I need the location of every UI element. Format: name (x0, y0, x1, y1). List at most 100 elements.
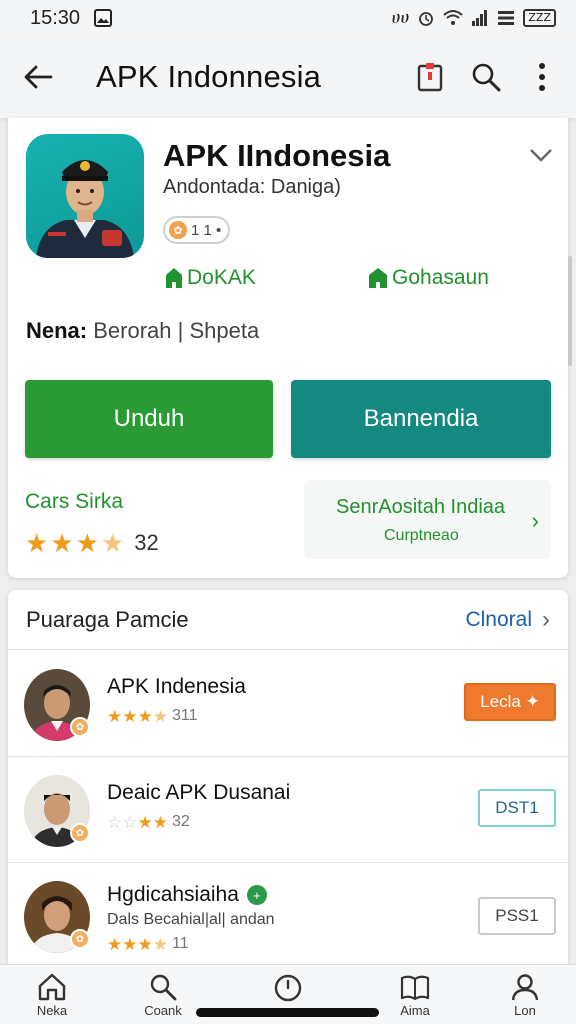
home-indicator[interactable] (196, 1008, 379, 1017)
verified-check-icon: + (246, 885, 267, 906)
item-name: Deaic APK Dusanai (107, 781, 291, 804)
star-icon: ★ (122, 934, 138, 954)
list-title: Puaraga Pamcie (26, 606, 189, 632)
chevron-down-icon (530, 149, 552, 162)
nav-profile[interactable]: Lon (480, 973, 570, 1018)
book-icon (400, 975, 430, 1001)
clipboard-icon (417, 63, 443, 92)
list-item[interactable]: ✿ APK Indenesia ★ ★ ★ ★ 311 Lecla ✦ (8, 651, 568, 757)
category-tag-right[interactable]: Gohasaun (368, 266, 489, 290)
nav-label: Coank (144, 1003, 182, 1018)
promo-subtitle: Curptneao (384, 527, 459, 544)
signal-icon (471, 9, 489, 27)
star-outline-icon: ☆ (122, 812, 138, 832)
nav-label: Lon (514, 1003, 536, 1018)
item-subtitle: Dals Becahial|al| andan (107, 911, 275, 928)
star-half-icon: ★ (100, 528, 125, 558)
star-icon: ★ (25, 528, 49, 558)
house-tag-icon (369, 268, 387, 288)
status-bar: 15:30 ሀሀ ZZZ (0, 0, 576, 36)
app-rating-stars: ★ ★ ★ ★ 32 (25, 530, 159, 556)
nav-library[interactable]: Aima (370, 973, 460, 1018)
item-name-row: Hgdicahsiaiha + (107, 883, 267, 907)
clock-icon (274, 974, 302, 1002)
promo-title: SenrAositah Indiaa (336, 496, 506, 518)
wifi-icon (443, 9, 464, 27)
app-bar: APK Indonnesia (0, 36, 576, 118)
nav-search[interactable]: Coank (118, 973, 208, 1018)
verified-badge-icon: ✿ (70, 717, 90, 737)
nena-info: Nena: Berorah | Shpeta (26, 318, 259, 344)
tag-right-label: Gohasaun (392, 266, 489, 289)
star-icon: ★ (50, 528, 74, 558)
list-header: Puaraga Pamcie Clnoral › (8, 590, 568, 650)
category-tag-left[interactable]: DoKAK (165, 266, 256, 290)
rating-chip-label: 1 1 • (191, 221, 222, 239)
tag-left-label: DoKAK (187, 266, 256, 289)
star-icon: ★ (122, 706, 138, 726)
item-rating-count: 311 (172, 707, 198, 724)
nena-label: Nena: (26, 318, 88, 343)
star-half-icon: ★ (152, 934, 168, 954)
item-rating: ★ ★ ★ ★ 311 (107, 707, 198, 725)
star-half-icon: ★ (152, 706, 168, 726)
overflow-menu-button[interactable] (524, 59, 560, 95)
download-button[interactable]: Unduh (25, 380, 273, 458)
search-icon (472, 63, 501, 92)
alarm-icon (417, 9, 435, 27)
item-name: Hgdicahsiaiha (107, 883, 239, 906)
app-detail-card: APK IIndonesia Andontada: Daniga) ✿ 1 1 … (8, 118, 568, 578)
item-action-button[interactable]: DST1 (478, 789, 556, 827)
item-name: APK Indenesia (107, 675, 246, 698)
item-rating: ★ ★ ★ ★ 11 (107, 935, 189, 953)
nav-label: Neka (36, 1003, 68, 1018)
star-icon: ★ (75, 528, 99, 558)
page-title: APK Indonnesia (96, 59, 322, 94)
scrollbar-thumb[interactable] (568, 256, 572, 366)
item-action-button[interactable]: Lecla ✦ (464, 683, 556, 721)
rating-count: 32 (134, 530, 159, 555)
secondary-action-button[interactable]: Bannendia (291, 380, 551, 458)
see-more-label: Clnoral (465, 607, 532, 631)
home-icon (38, 973, 66, 1001)
nav-home[interactable]: Neka (7, 973, 97, 1018)
leaf-icon: ✿ (169, 221, 187, 239)
battery-icon: ZZZ (523, 9, 556, 27)
list-item[interactable]: ✿ Deaic APK Dusanai ☆ ☆ ★ ★ 32 DST1 (8, 757, 568, 863)
verified-badge-icon: ✿ (70, 929, 90, 949)
profile-icon (511, 974, 539, 1001)
developer-name[interactable]: Andontada: Daniga) (163, 176, 341, 199)
promo-link[interactable]: SenrAositah Indiaa Curptneao › (304, 480, 551, 559)
clipboard-button[interactable] (412, 59, 448, 95)
nav-label: Aima (400, 1003, 430, 1018)
star-icon: ★ (107, 706, 123, 726)
app-name: APK IIndonesia (163, 138, 391, 173)
star-outline-icon: ☆ (107, 812, 123, 832)
app-icon (26, 134, 144, 258)
status-time: 15:30 (30, 6, 81, 29)
carrier-label: ሀሀ (391, 8, 410, 28)
star-icon: ★ (137, 706, 153, 726)
star-icon: ★ (137, 934, 153, 954)
item-rating-count: 32 (172, 813, 190, 830)
rating-chip[interactable]: ✿ 1 1 • (163, 216, 230, 244)
rating-label: Cars Sirka (25, 490, 124, 513)
item-rating-count: 11 (172, 935, 189, 952)
chevron-right-icon: › (542, 605, 550, 633)
list-item[interactable]: ✿ Hgdicahsiaiha + Dals Becahial|al| andan… (8, 863, 568, 969)
gallery-notification-icon (94, 9, 113, 27)
back-button[interactable] (20, 59, 56, 95)
star-icon: ★ (137, 812, 153, 832)
see-more-link[interactable]: Clnoral › (465, 606, 550, 634)
expand-button[interactable] (528, 146, 554, 164)
house-tag-icon (166, 268, 182, 288)
search-button[interactable] (468, 59, 504, 95)
item-action-button[interactable]: PSS1 (478, 897, 556, 935)
item-rating: ☆ ☆ ★ ★ 32 (107, 813, 190, 831)
chevron-right-icon: › (531, 508, 539, 533)
search-icon (150, 974, 177, 1001)
nav-clock[interactable] (243, 973, 333, 1005)
more-vert-icon (539, 63, 545, 91)
arrow-left-icon (24, 65, 53, 89)
related-apps-card: Puaraga Pamcie Clnoral › ✿ APK Indenesia… (8, 590, 568, 970)
